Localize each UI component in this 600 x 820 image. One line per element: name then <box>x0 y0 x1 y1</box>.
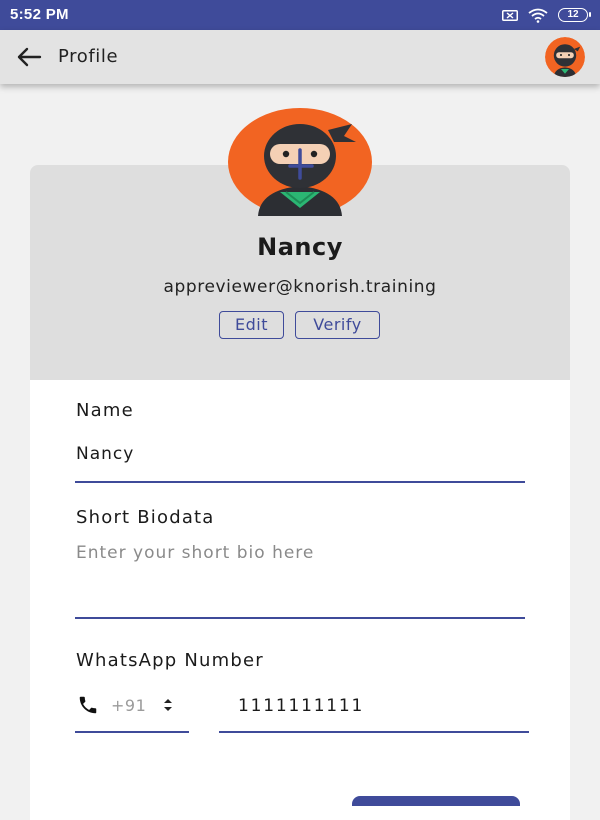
name-underline <box>75 481 525 483</box>
edit-button[interactable]: Edit <box>219 311 284 339</box>
country-code-select[interactable]: +91 <box>111 696 146 715</box>
status-icons: 12 <box>502 6 591 24</box>
verify-button[interactable]: Verify <box>295 311 380 339</box>
phone-number-underline <box>219 731 529 733</box>
name-label: Name <box>76 400 134 421</box>
phone-icon <box>79 696 97 714</box>
profile-avatar[interactable] <box>228 108 372 216</box>
back-button[interactable] <box>10 42 50 72</box>
name-input[interactable]: Nancy <box>76 444 134 464</box>
status-bar: 5:52 PM 12 <box>0 0 600 30</box>
bio-input[interactable]: Enter your short bio here <box>76 543 314 563</box>
country-code-underline <box>75 731 189 733</box>
arrow-left-icon <box>17 47 42 67</box>
battery-icon: 12 <box>558 8 591 22</box>
status-time: 5:52 PM <box>10 6 69 23</box>
ninja-avatar-icon <box>545 37 585 77</box>
whatsapp-label: WhatsApp Number <box>76 650 264 671</box>
profile-name: Nancy <box>257 233 343 261</box>
app-bar: Profile <box>0 30 600 84</box>
bio-label: Short Biodata <box>76 507 215 528</box>
phone-number-input[interactable]: 1111111111 <box>238 696 364 716</box>
avatar[interactable] <box>545 37 585 77</box>
profile-email: appreviewer@knorish.training <box>163 277 437 297</box>
page-title: Profile <box>58 46 119 67</box>
save-button[interactable] <box>352 796 520 806</box>
sim-icon <box>502 9 518 21</box>
battery-level: 12 <box>567 9 579 20</box>
bio-underline <box>75 617 525 619</box>
ninja-avatar-icon <box>228 108 372 216</box>
sort-arrows-icon <box>164 699 172 711</box>
wifi-icon <box>528 8 548 23</box>
